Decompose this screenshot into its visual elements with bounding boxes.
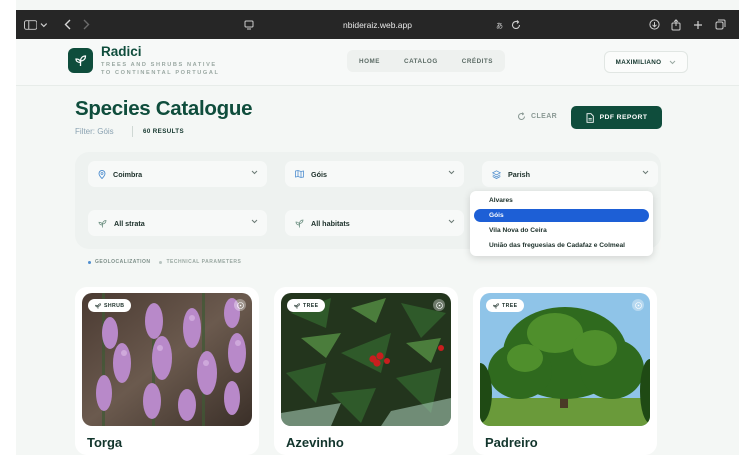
species-photo: SHRUB [82,293,252,426]
municipality-select[interactable]: Góis [285,161,464,187]
brand-tagline: TREES AND SHRUBS NATIVE TO CONTINENTAL P… [101,61,220,77]
layers-icon [492,169,501,179]
chevron-down-icon [448,170,455,175]
nav-credits[interactable]: CRÉDITS [462,58,493,65]
species-type-label: TREE [303,302,319,309]
pdf-report-label: PDF REPORT [599,114,648,121]
species-type-badge: TREE [486,299,525,312]
clear-label: CLEAR [531,113,558,120]
info-icon[interactable] [433,299,445,311]
inactive-dot-icon [159,260,163,264]
user-name: MAXIMILIANO [615,58,662,66]
sprout-icon [493,302,499,309]
divider [132,126,133,137]
tab-geolocalization-label: GEOLOCALIZATION [95,259,151,265]
brand-name[interactable]: Radici [101,44,142,59]
parish-option-alvares[interactable]: Alvares [474,194,649,207]
tabs-icon[interactable] [713,10,727,39]
species-type-badge: SHRUB [88,299,132,312]
svg-text:あ: あ [496,22,503,29]
nav-home[interactable]: HOME [359,58,380,65]
document-icon [586,112,594,123]
district-value: Coimbra [113,169,143,179]
tagline-line-1: TREES AND SHRUBS NATIVE [101,62,217,68]
strata-select[interactable]: All strata [88,210,267,236]
leaf-logo-icon[interactable] [68,48,93,73]
new-tab-icon[interactable] [691,10,705,39]
sprout-icon [95,302,101,309]
strata-value: All strata [114,218,145,228]
share-icon[interactable] [669,10,683,39]
chevron-down-icon [669,60,676,64]
parish-dropdown-menu: Alvares Góis Vila Nova do Ceira União da… [470,191,653,256]
section-tabs: GEOLOCALIZATION TECHNICAL PARAMETERS [88,259,241,265]
page-title: Species Catalogue [75,97,253,120]
chevron-down-icon [251,219,258,224]
habitats-value: All habitats [311,218,350,228]
species-type-label: TREE [502,302,518,309]
clear-button[interactable]: CLEAR [517,112,557,121]
map-icon [295,170,304,178]
location-pin-icon [98,169,106,179]
chevron-down-icon [642,170,649,175]
nav-catalog[interactable]: CATALOG [404,58,438,65]
browser-toolbar: nbideraiz.web.app あ [16,10,739,39]
main-nav: HOME CATALOG CRÉDITS [347,50,505,72]
species-name: Azevinho [286,435,344,450]
species-type-badge: TREE [287,299,326,312]
species-name: Torga [87,435,123,450]
municipality-value: Góis [311,169,327,179]
reload-icon[interactable] [509,10,523,39]
habitats-select[interactable]: All habitats [285,210,464,236]
species-card[interactable]: TREE Padreiro [473,287,657,455]
pdf-report-button[interactable]: PDF REPORT [571,106,662,129]
parish-placeholder: Parish [508,169,530,179]
download-icon[interactable] [647,10,661,39]
browser-window: nbideraiz.web.app あ Radici TREES AND SHR… [16,0,739,455]
species-card[interactable]: SHRUB Torga [75,287,259,455]
parish-option-cadafaz-colmeal[interactable]: União das freguesias de Cadafaz e Colmea… [474,239,649,252]
parish-option-vila-nova-do-ceira[interactable]: Vila Nova do Ceira [474,224,649,237]
url-text: nbideraiz.web.app [343,19,412,30]
parish-option-gois[interactable]: Góis [474,209,649,222]
chevron-down-icon [448,219,455,224]
tagline-line-2: TO CONTINENTAL PORTUGAL [101,70,220,76]
info-icon[interactable] [234,299,246,311]
species-photo: TREE [480,293,650,426]
tab-technical-parameters[interactable]: TECHNICAL PARAMETERS [159,259,241,265]
sprout-icon [98,219,107,228]
sprout-icon [294,302,300,309]
tab-technical-parameters-label: TECHNICAL PARAMETERS [166,259,242,265]
species-photo: TREE [281,293,451,426]
app-header: Radici TREES AND SHRUBS NATIVE TO CONTIN… [16,39,739,86]
chevron-down-icon [251,170,258,175]
species-card[interactable]: TREE Azevinho [274,287,458,455]
address-bar[interactable]: nbideraiz.web.app [16,10,739,39]
species-type-label: SHRUB [104,302,125,309]
user-menu-button[interactable]: MAXIMILIANO [604,51,688,73]
results-count: 60 RESULTS [143,128,185,135]
species-name: Padreiro [485,435,538,450]
tab-geolocalization[interactable]: GEOLOCALIZATION [88,259,150,265]
active-dot-icon [88,260,91,264]
info-icon[interactable] [632,299,644,311]
plant-icon [295,219,304,228]
translate-icon[interactable]: あ [495,10,509,39]
district-select[interactable]: Coimbra [88,161,267,187]
parish-select[interactable]: Parish [482,161,658,187]
reset-icon [518,112,525,120]
active-filter-label: Filter: Góis [75,127,114,136]
